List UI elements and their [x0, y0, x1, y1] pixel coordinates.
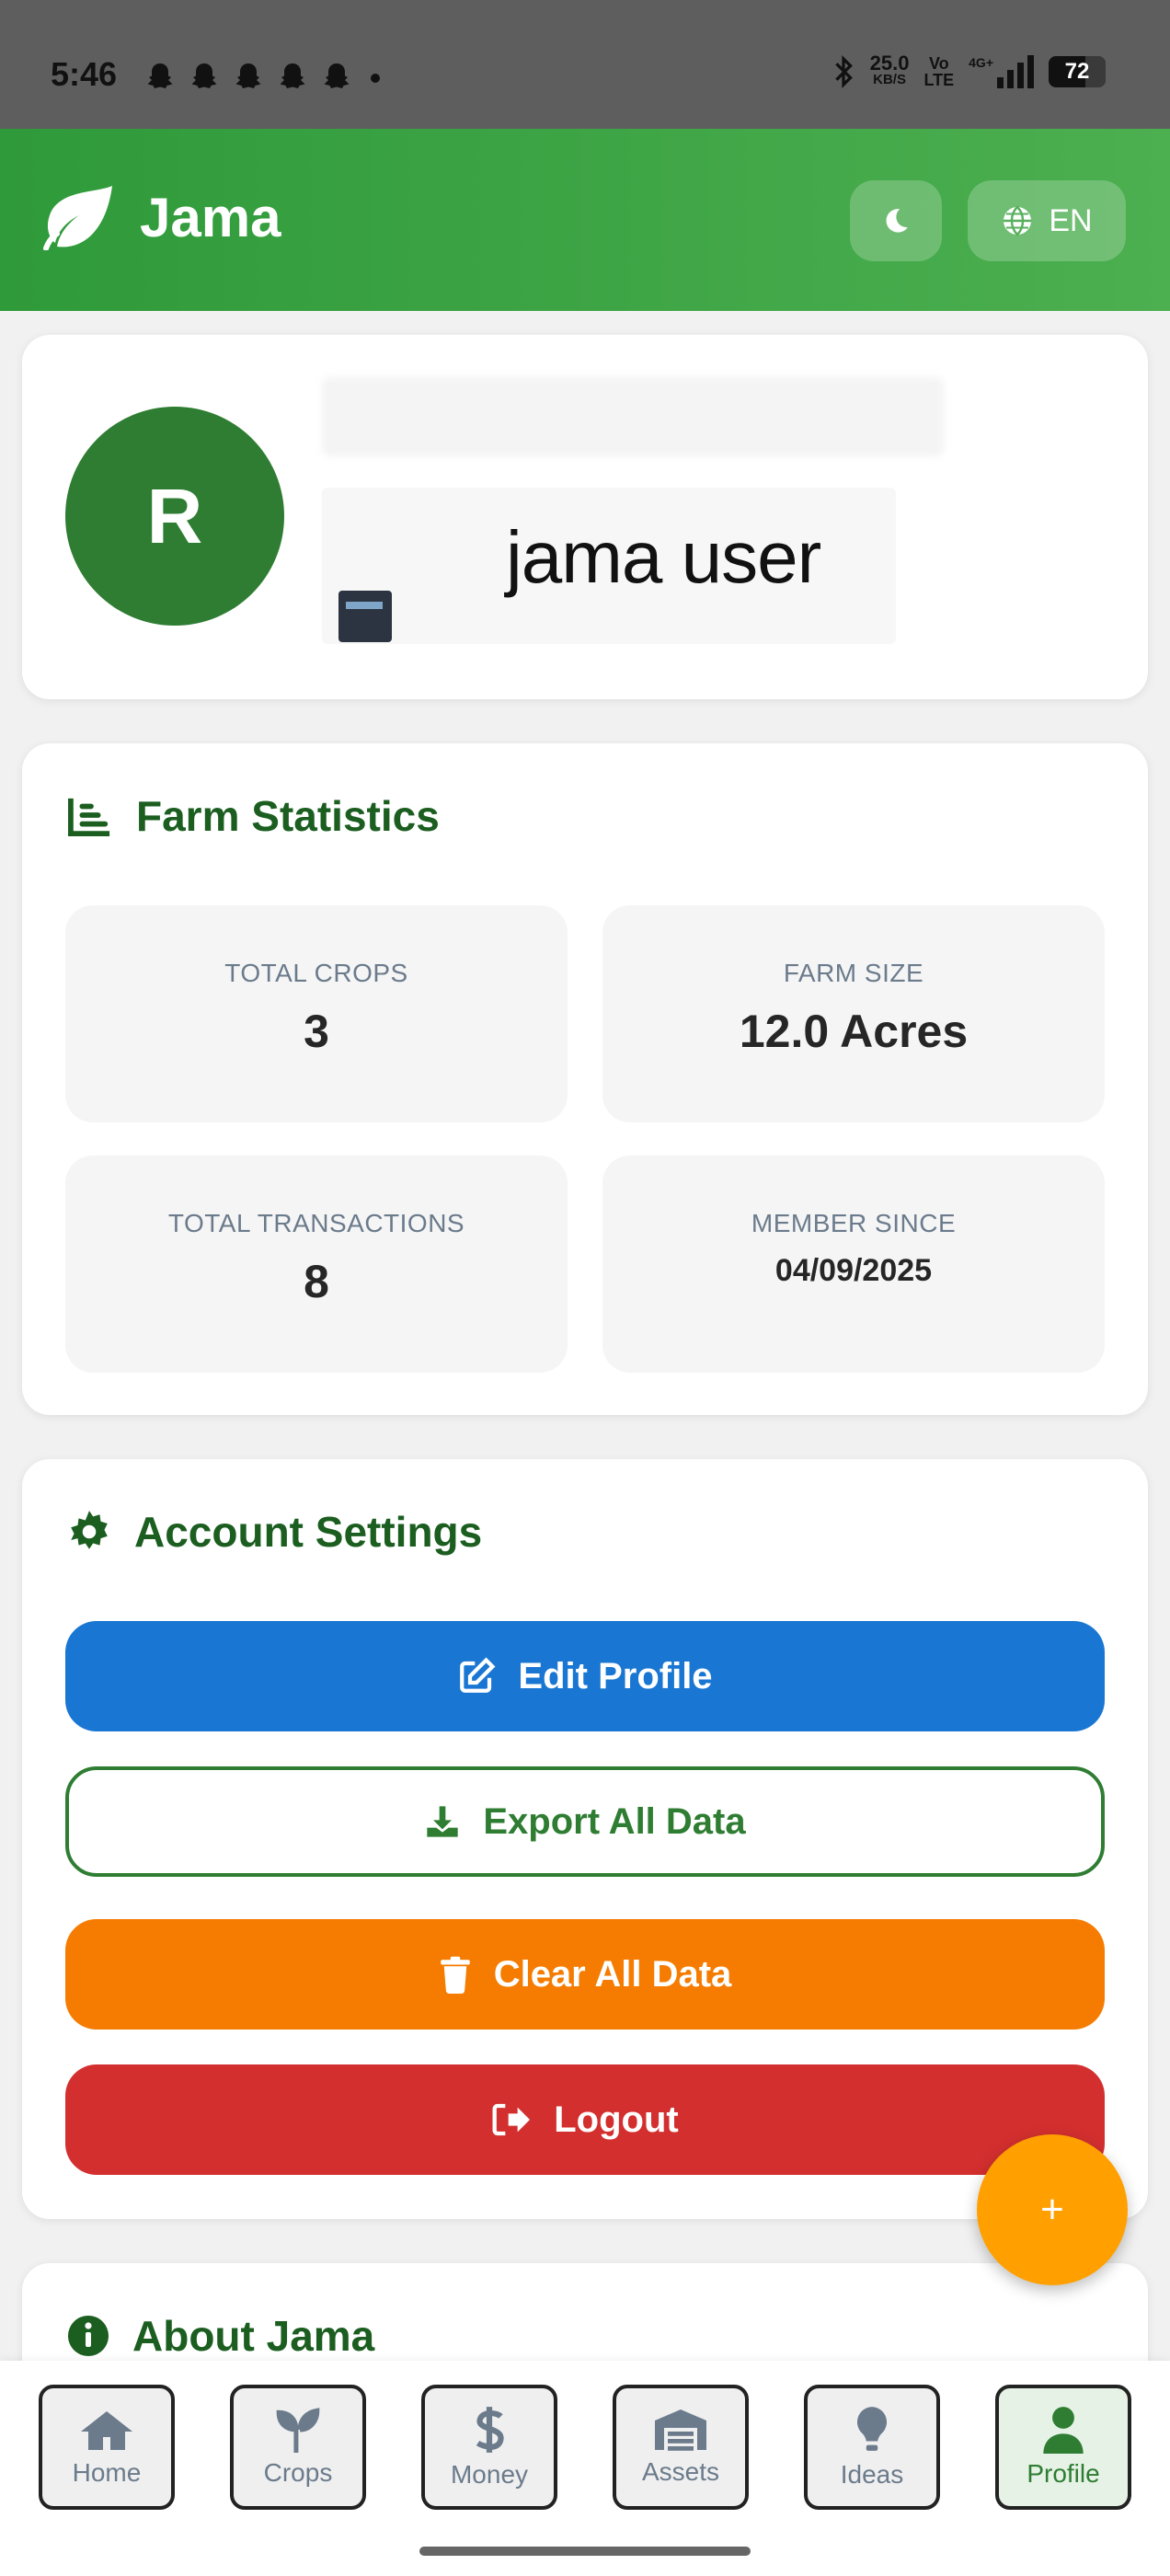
thumbnail-image	[338, 591, 392, 642]
app-header: Jama EN	[0, 129, 1170, 311]
user-name: jama user	[506, 516, 821, 598]
status-bar: 5:46 25.0 KB/S Vo LTE 4G+ 72	[0, 0, 1170, 129]
brand: Jama	[40, 184, 281, 250]
dollar-icon	[476, 2407, 504, 2453]
download-icon	[427, 1806, 459, 1837]
status-time: 5:46	[51, 55, 118, 93]
language-selector[interactable]: EN	[968, 180, 1126, 261]
export-data-button[interactable]: Export All Data	[65, 1766, 1105, 1877]
leaf-icon	[43, 186, 113, 250]
nav-assets[interactable]: Assets	[613, 2385, 749, 2510]
add-fab-button[interactable]: +	[977, 2134, 1128, 2285]
snapchat-icon	[280, 63, 305, 88]
stat-farm-size: FARM SIZE 12.0 Acres	[602, 905, 1105, 1122]
globe-icon	[1004, 205, 1032, 236]
nav-ideas[interactable]: Ideas	[804, 2385, 940, 2510]
edit-profile-button[interactable]: Edit Profile	[65, 1621, 1105, 1731]
network-speed: 25.0 KB/S	[869, 52, 910, 88]
snapchat-icon	[235, 63, 261, 88]
signal-icon: 4G+	[969, 55, 1034, 88]
stat-total-transactions: TOTAL TRANSACTIONS 8	[65, 1156, 568, 1373]
chart-bar-icon	[68, 798, 110, 837]
nav-profile[interactable]: Profile	[995, 2385, 1131, 2510]
redacted-info	[322, 377, 944, 456]
stat-member-since: MEMBER SINCE 04/09/2025	[602, 1156, 1105, 1373]
account-settings-card: Account Settings Edit Profile Export All…	[22, 1459, 1148, 2219]
volte-indicator: Vo LTE	[923, 54, 955, 89]
nav-crops[interactable]: Crops	[230, 2385, 366, 2510]
info-icon	[68, 2316, 109, 2356]
home-icon	[81, 2411, 132, 2450]
language-label: EN	[1049, 202, 1093, 238]
user-icon	[1043, 2407, 1084, 2454]
warehouse-icon	[655, 2409, 706, 2451]
farm-statistics-card: Farm Statistics TOTAL CROPS 3 FARM SIZE …	[22, 743, 1148, 1415]
logout-button[interactable]: Logout	[65, 2064, 1105, 2175]
snapchat-icon	[147, 63, 173, 88]
more-notifications-dot	[371, 74, 380, 83]
sign-out-icon	[492, 2103, 531, 2136]
farm-statistics-heading: Farm Statistics	[66, 791, 440, 841]
edit-icon	[460, 1657, 496, 1693]
bottom-navigation: Home Crops Money Assets Ideas Profile	[0, 2361, 1170, 2576]
avatar[interactable]: R	[65, 407, 284, 626]
account-settings-heading: Account Settings	[66, 1507, 482, 1557]
status-right-icons: 25.0 KB/S Vo LTE 4G+ 72	[832, 53, 1106, 90]
moon-icon	[886, 209, 908, 233]
profile-card: R jama user	[22, 335, 1148, 699]
nav-money[interactable]: Money	[421, 2385, 557, 2510]
snapchat-icon	[191, 63, 217, 88]
user-name-box: jama user	[322, 488, 896, 644]
home-indicator[interactable]	[419, 2547, 751, 2556]
bluetooth-icon	[834, 54, 853, 89]
trash-icon	[440, 1956, 470, 1994]
app-title: Jama	[140, 186, 281, 248]
battery-icon: 72	[1049, 56, 1106, 87]
snapchat-icon	[324, 63, 350, 88]
lightbulb-icon	[856, 2407, 888, 2451]
gear-icon	[71, 1511, 108, 1549]
about-heading: About Jama	[66, 2311, 374, 2361]
clear-data-button[interactable]: Clear All Data	[65, 1919, 1105, 2030]
dark-mode-toggle[interactable]	[850, 180, 942, 261]
seedling-icon	[276, 2408, 320, 2453]
nav-home[interactable]: Home	[39, 2385, 175, 2510]
notification-icons	[143, 61, 380, 94]
stat-total-crops: TOTAL CROPS 3	[65, 905, 568, 1122]
